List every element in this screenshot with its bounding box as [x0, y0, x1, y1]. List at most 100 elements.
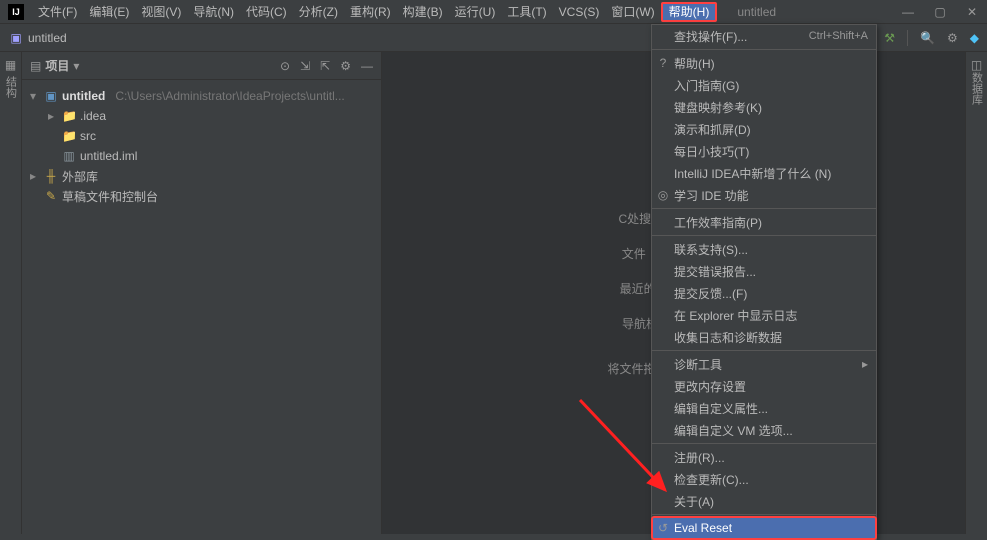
tree-item-label: src: [80, 129, 96, 143]
brand-icon[interactable]: ◆: [970, 31, 979, 45]
menu-item[interactable]: 分析(Z): [293, 0, 344, 23]
hide-panel-icon[interactable]: —: [361, 59, 373, 73]
folder-icon: 📁: [62, 109, 76, 123]
menu-item[interactable]: 窗口(W): [605, 0, 660, 23]
menu-item[interactable]: VCS(S): [553, 0, 606, 23]
menu-item[interactable]: 文件(F): [32, 0, 83, 23]
collapse-all-icon[interactable]: ⇱: [320, 59, 330, 73]
project-tree[interactable]: ▾ ▣ untitled C:\Users\Administrator\Idea…: [22, 80, 381, 212]
help-menu-item[interactable]: 工作效率指南(P): [652, 211, 876, 233]
help-menu-item[interactable]: 收集日志和诊断数据: [652, 326, 876, 348]
menu-item[interactable]: 构建(B): [397, 0, 449, 23]
menu-item[interactable]: 视图(V): [135, 0, 187, 23]
menu-item[interactable]: 编辑(E): [83, 0, 135, 23]
help-menu-item[interactable]: 更改内存设置: [652, 375, 876, 397]
tree-item-src[interactable]: 📁 src: [22, 126, 381, 146]
menu-separator: [652, 208, 876, 209]
help-menu-item[interactable]: 入门指南(G): [652, 74, 876, 96]
menu-item-label: 工作效率指南(P): [674, 214, 868, 231]
menu-item[interactable]: 运行(U): [449, 0, 502, 23]
ide-logo-icon: IJ: [8, 4, 24, 20]
expand-all-icon[interactable]: ⇲: [300, 59, 310, 73]
help-menu-item[interactable]: 编辑自定义属性...: [652, 397, 876, 419]
help-menu-dropdown: 查找操作(F)...Ctrl+Shift+A? 帮助(H) 入门指南(G) 键盘映射参…: [651, 24, 877, 540]
help-menu-item[interactable]: ◎ 学习 IDE 功能: [652, 184, 876, 206]
help-menu-item[interactable]: 联系支持(S)...: [652, 238, 876, 260]
project-tool-window: ▤ 项目 ▾ ⊙ ⇲ ⇱ ⚙ — ▾ ▣ untitled C:\Users\A…: [22, 52, 382, 534]
tree-item-iml[interactable]: ▥ untitled.iml: [22, 146, 381, 166]
help-menu-item[interactable]: 提交反馈...(F): [652, 282, 876, 304]
menu-item-label: 键盘映射参考(K): [674, 99, 868, 116]
chevron-right-icon[interactable]: ▸: [30, 169, 40, 183]
maximize-button[interactable]: ▢: [933, 5, 947, 19]
minimize-button[interactable]: —: [901, 5, 915, 19]
menu-item-label: 在 Explorer 中显示日志: [674, 307, 868, 324]
help-menu-item[interactable]: 关于(A): [652, 490, 876, 512]
help-menu-item[interactable]: 提交错误报告...: [652, 260, 876, 282]
help-menu-item[interactable]: 演示和抓屏(D): [652, 118, 876, 140]
help-menu-item[interactable]: ? 帮助(H): [652, 52, 876, 74]
menu-item[interactable]: 重构(R): [344, 0, 397, 23]
help-menu-item[interactable]: 查找操作(F)...Ctrl+Shift+A: [652, 25, 876, 47]
menu-item[interactable]: 导航(N): [187, 0, 240, 23]
help-menu-item[interactable]: 诊断工具▸: [652, 353, 876, 375]
help-menu-item[interactable]: 每日小技巧(T): [652, 140, 876, 162]
libraries-icon: ╫: [44, 169, 58, 183]
structure-tab-label[interactable]: 结构: [3, 76, 19, 98]
help-menu-item[interactable]: 检查更新(C)...: [652, 468, 876, 490]
chevron-down-icon[interactable]: ▾: [30, 89, 40, 103]
help-menu-item[interactable]: ↺Eval Reset: [652, 517, 876, 539]
menu-item-icon: ?: [656, 56, 670, 70]
source-folder-icon: 📁: [62, 129, 76, 143]
menu-item-label: 收集日志和诊断数据: [674, 329, 868, 346]
build-icon[interactable]: ⚒: [884, 31, 895, 45]
menu-separator: [652, 350, 876, 351]
right-gutter[interactable]: ◫ 数据库: [965, 52, 987, 534]
breadcrumb-project[interactable]: untitled: [28, 31, 67, 45]
gear-icon[interactable]: ⚙: [340, 59, 351, 73]
help-menu-item[interactable]: IntelliJ IDEA中新增了什么 (N): [652, 162, 876, 184]
dropdown-arrow-icon[interactable]: ▾: [73, 59, 79, 73]
tree-item-idea[interactable]: ▸ 📁 .idea: [22, 106, 381, 126]
select-opened-file-icon[interactable]: ⊙: [280, 59, 290, 73]
menu-item-icon: ↺: [656, 521, 670, 535]
tree-item-label: 外部库: [62, 168, 98, 185]
menu-item-label: 更改内存设置: [674, 378, 868, 395]
chevron-right-icon[interactable]: ▸: [48, 109, 58, 123]
help-menu-item[interactable]: 编辑自定义 VM 选项...: [652, 419, 876, 441]
tree-item-label: .idea: [80, 109, 106, 123]
menubar: IJ 文件(F)编辑(E)视图(V)导航(N)代码(C)分析(Z)重构(R)构建…: [0, 0, 987, 24]
close-button[interactable]: ✕: [965, 5, 979, 19]
menu-separator: [652, 514, 876, 515]
menu-item-label: IntelliJ IDEA中新增了什么 (N): [674, 165, 868, 182]
help-menu-item[interactable]: 在 Explorer 中显示日志: [652, 304, 876, 326]
project-panel-header: ▤ 项目 ▾ ⊙ ⇲ ⇱ ⚙ —: [22, 52, 381, 80]
tree-scratch[interactable]: ✎ 草稿文件和控制台: [22, 186, 381, 206]
module-icon: ▣: [44, 89, 58, 103]
database-tab-icon[interactable]: ◫: [971, 58, 982, 72]
tree-root[interactable]: ▾ ▣ untitled C:\Users\Administrator\Idea…: [22, 86, 381, 106]
tree-root-path: C:\Users\Administrator\IdeaProjects\unti…: [115, 89, 344, 103]
menu-item[interactable]: 工具(T): [501, 0, 552, 23]
menu-item-label: 学习 IDE 功能: [674, 187, 868, 204]
menu-separator: [652, 49, 876, 50]
scratch-icon: ✎: [44, 189, 58, 203]
menu-item-label: 查找操作(F)...: [674, 28, 809, 45]
left-gutter[interactable]: ▦ 结构: [0, 52, 22, 534]
structure-tab-icon[interactable]: ▦: [5, 58, 16, 72]
project-panel-actions: ⊙ ⇲ ⇱ ⚙ —: [280, 59, 373, 73]
tree-external-libs[interactable]: ▸ ╫ 外部库: [22, 166, 381, 186]
menu-item-label: 诊断工具: [674, 356, 862, 373]
help-menu-item[interactable]: 键盘映射参考(K): [652, 96, 876, 118]
menu-item[interactable]: 代码(C): [240, 0, 293, 23]
menu-item[interactable]: 帮助(H): [661, 2, 718, 22]
help-menu-item[interactable]: 注册(R)...: [652, 446, 876, 468]
database-tab-label[interactable]: 数据库: [969, 72, 985, 105]
menu-item-label: 帮助(H): [674, 55, 868, 72]
project-panel-icon: ▤: [30, 59, 41, 73]
search-icon[interactable]: 🔍: [920, 31, 935, 45]
tree-item-label: 草稿文件和控制台: [62, 188, 158, 205]
settings-icon[interactable]: ⚙: [947, 31, 958, 45]
menu-items-container: 文件(F)编辑(E)视图(V)导航(N)代码(C)分析(Z)重构(R)构建(B)…: [32, 0, 717, 23]
menu-item-icon: ◎: [656, 188, 670, 202]
